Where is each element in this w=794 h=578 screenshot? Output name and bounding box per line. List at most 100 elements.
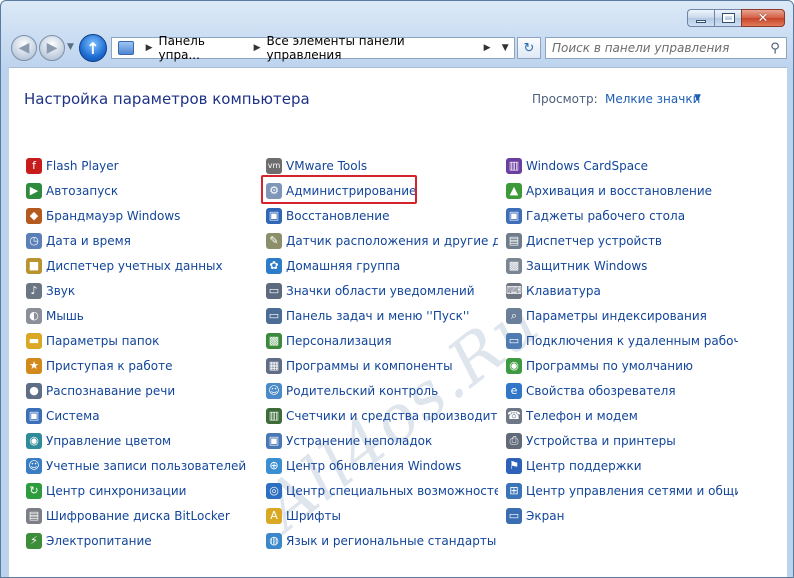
control-panel-item[interactable]: ▩ Защитник Windows [506, 253, 738, 278]
control-panel-item-label: Гаджеты рабочего стола [526, 208, 686, 223]
view-mode-dropdown[interactable]: Мелкие значки [605, 92, 700, 106]
control-panel-item[interactable]: ☺ Родительский контроль [266, 378, 498, 403]
control-panel-item[interactable]: ▥ Счетчики и средства производител... [266, 403, 498, 428]
control-panel-item[interactable]: ▣ Гаджеты рабочего стола [506, 203, 738, 228]
control-panel-item[interactable]: ◉ Программы по умолчанию [506, 353, 738, 378]
control-panel-item[interactable]: f Flash Player [26, 153, 258, 178]
selection-highlight [261, 175, 417, 204]
windows-update-icon: ⊕ [266, 457, 282, 474]
control-panel-item[interactable]: ◎ Центр специальных возможностей [266, 478, 498, 503]
region-icon: ◍ [266, 532, 282, 549]
defender-icon: ▩ [506, 257, 522, 274]
search-icon[interactable]: ⚲ [764, 41, 786, 56]
control-panel-item-label: Центр управления сетями и общи... [526, 483, 738, 498]
system-icon: ▣ [26, 407, 42, 424]
control-panel-item[interactable]: ▬ Параметры папок [26, 328, 258, 353]
control-panel-item-label: Датчик расположения и другие дат... [286, 233, 498, 248]
breadcrumb-all-items[interactable]: Все элементы панели управления [267, 34, 478, 62]
forward-button[interactable]: ▶ [39, 35, 65, 61]
maximize-button[interactable] [714, 9, 741, 27]
mouse-icon: ◐ [26, 307, 42, 324]
control-panel-item-label: Счетчики и средства производител... [286, 408, 498, 423]
control-panel-item[interactable]: ☺ Учетные записи пользователей [26, 453, 258, 478]
maximize-icon [721, 13, 735, 23]
keyboard-icon: ⌨ [506, 282, 522, 299]
breadcrumb-chevron-icon[interactable]: ▶ [254, 43, 261, 53]
control-panel-item-label: Клавиатура [526, 283, 601, 298]
close-button[interactable]: ✕ [741, 9, 785, 27]
chevron-down-icon: ▼ [67, 42, 74, 52]
default-programs-icon: ◉ [506, 357, 522, 374]
control-panel-item[interactable]: ▤ Шифрование диска BitLocker [26, 503, 258, 528]
control-panel-item-label: Параметры папок [46, 333, 160, 348]
control-panel-item[interactable]: ■ Диспетчер учетных данных [26, 253, 258, 278]
control-panel-item[interactable]: ◆ Брандмауэр Windows [26, 203, 258, 228]
control-panel-item[interactable]: ⌨ Клавиатура [506, 278, 738, 303]
control-panel-item[interactable]: ⎙ Устройства и принтеры [506, 428, 738, 453]
notification-icon: ▭ [266, 282, 282, 299]
control-panel-item[interactable]: ★ Приступая к работе [26, 353, 258, 378]
control-panel-item[interactable]: ✎ Датчик расположения и другие дат... [266, 228, 498, 253]
users-icon: ☺ [26, 457, 42, 474]
control-panel-item[interactable]: ▤ Диспетчер устройств [506, 228, 738, 253]
control-panel-item[interactable]: ◉ Управление цветом [26, 428, 258, 453]
control-panel-item-label: Домашняя группа [286, 258, 401, 273]
minimize-button[interactable] [687, 9, 714, 27]
control-panel-item-label: Flash Player [46, 158, 119, 173]
control-panel-item-label: Брандмауэр Windows [46, 208, 181, 223]
control-panel-item[interactable]: ⚡ Электропитание [26, 528, 258, 553]
performance-icon: ▥ [266, 407, 282, 424]
accessibility-icon: ◎ [266, 482, 282, 499]
chevron-down-icon[interactable]: ▼ [694, 93, 701, 103]
breadcrumb-control-panel[interactable]: Панель упра... [159, 34, 248, 62]
programs-icon: ▦ [266, 357, 282, 374]
control-panel-item[interactable]: ↻ Центр синхронизации [26, 478, 258, 503]
control-panel-item-label: Звук [46, 283, 76, 298]
back-button[interactable]: ◀ [11, 35, 37, 61]
control-panel-item[interactable]: ● Распознавание речи [26, 378, 258, 403]
control-panel-item-label: Шрифты [286, 508, 341, 523]
control-panel-item[interactable]: ▣ Восстановление [266, 203, 498, 228]
breadcrumb-chevron-icon[interactable]: ▶ [484, 43, 491, 53]
control-panel-item[interactable]: ⊕ Центр обновления Windows [266, 453, 498, 478]
view-label: Просмотр: [532, 92, 598, 106]
control-panel-item[interactable]: ▭ Панель задач и меню ''Пуск'' [266, 303, 498, 328]
control-panel-item[interactable]: ▲ Архивация и восстановление [506, 178, 738, 203]
control-panel-item[interactable]: ♪ Звук [26, 278, 258, 303]
control-panel-item[interactable]: ☎ Телефон и модем [506, 403, 738, 428]
control-panel-item[interactable]: ▭ Подключения к удаленным рабоч... [506, 328, 738, 353]
control-panel-item[interactable]: ▭ Значки области уведомлений [266, 278, 498, 303]
control-panel-item[interactable]: ▶ Автозапуск [26, 178, 258, 203]
refresh-button[interactable]: ↻ [517, 37, 541, 59]
control-panel-item[interactable]: ⊞ Центр управления сетями и общи... [506, 478, 738, 503]
items-column-3: ▥ Windows CardSpace ▲ Архивация и восстанов… [506, 153, 738, 528]
control-panel-item[interactable]: ✿ Домашняя группа [266, 253, 498, 278]
control-panel-item[interactable]: ▭ Экран [506, 503, 738, 528]
control-panel-item[interactable]: ◍ Язык и региональные стандарты [266, 528, 498, 553]
control-panel-item[interactable]: ◷ Дата и время [26, 228, 258, 253]
control-panel-item[interactable]: A Шрифты [266, 503, 498, 528]
control-panel-item[interactable]: e Свойства обозревателя [506, 378, 738, 403]
control-panel-item[interactable]: ⚑ Центр поддержки [506, 453, 738, 478]
control-panel-item[interactable]: ▣ Устранение неполадок [266, 428, 498, 453]
arrow-up-icon: ↑ [86, 38, 100, 58]
control-panel-item[interactable]: ▦ Программы и компоненты [266, 353, 498, 378]
control-panel-item[interactable]: ▥ Windows CardSpace [506, 153, 738, 178]
breadcrumb-chevron-icon[interactable]: ▶ [146, 43, 153, 53]
control-panel-item-label: Диспетчер учетных данных [46, 258, 223, 273]
search-input[interactable] [546, 39, 764, 57]
control-panel-item[interactable]: ◐ Мышь [26, 303, 258, 328]
control-panel-item-label: Шифрование диска BitLocker [46, 508, 230, 523]
control-panel-item-label: Родительский контроль [286, 383, 439, 398]
address-bar[interactable]: ▶ Панель упра... ▶ Все элементы панели у… [111, 34, 515, 62]
network-icon: ⊞ [506, 482, 522, 499]
control-panel-item[interactable]: ▩ Персонализация [266, 328, 498, 353]
arrow-right-icon: ▶ [46, 40, 58, 56]
up-button[interactable]: ↑ [79, 34, 107, 62]
history-dropdown[interactable]: ▼ [67, 42, 74, 52]
flash-icon: f [26, 157, 42, 174]
fonts-icon: A [266, 507, 282, 524]
control-panel-item[interactable]: ⌕ Параметры индексирования [506, 303, 738, 328]
control-panel-item[interactable]: ▣ Система [26, 403, 258, 428]
address-dropdown-icon[interactable]: ▼ [496, 43, 514, 53]
